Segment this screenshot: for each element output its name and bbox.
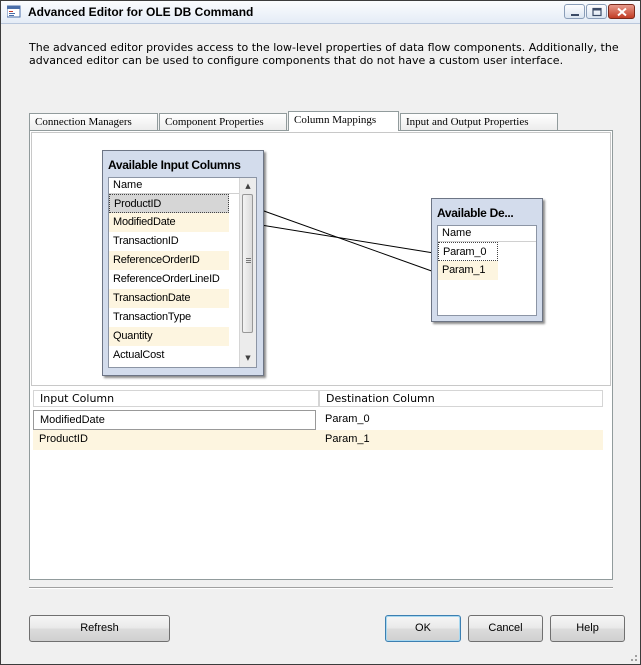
mapping-destination-cell[interactable]: Param_1 (319, 430, 603, 450)
input-columns-list[interactable]: Name ProductID ModifiedDate TransactionI… (108, 177, 257, 368)
minimize-icon (571, 14, 579, 16)
editor-description: The advanced editor provides access to t… (29, 41, 619, 67)
column-mappings-panel: Available Input Columns Name ProductID M… (29, 130, 613, 580)
destination-column-row[interactable]: Param_0 (438, 242, 498, 261)
refresh-button[interactable]: Refresh (29, 615, 170, 642)
scrollbar-thumb[interactable] (242, 194, 253, 333)
mapping-input-cell[interactable]: ProductID (33, 430, 319, 450)
input-column-row[interactable]: ActualCost (109, 346, 229, 365)
input-column-row[interactable]: ModifiedDate (109, 213, 229, 232)
available-input-columns-table[interactable]: Available Input Columns Name ProductID M… (102, 150, 264, 376)
resize-grip-icon[interactable] (627, 651, 637, 661)
close-button[interactable] (608, 4, 635, 19)
input-column-row[interactable]: ProductID (109, 194, 229, 213)
scroll-up-arrow-icon[interactable]: ▲ (240, 178, 256, 194)
window-title: Advanced Editor for OLE DB Command (28, 5, 254, 19)
ok-button[interactable]: OK (385, 615, 461, 642)
help-button[interactable]: Help (550, 615, 625, 642)
mapping-destination-cell[interactable]: Param_0 (319, 410, 603, 430)
tab-input-output-properties[interactable]: Input and Output Properties (400, 113, 558, 130)
input-column-row[interactable]: Quantity (109, 327, 229, 346)
input-table-title: Available Input Columns (108, 158, 241, 172)
input-name-column-header[interactable]: Name (109, 178, 239, 194)
maximize-button[interactable] (586, 4, 607, 19)
input-column-row[interactable]: TransactionType (109, 308, 229, 327)
column-mapping-grid[interactable]: Input Column Destination Column Modified… (31, 387, 611, 578)
input-column-row[interactable]: TransactionDate (109, 289, 229, 308)
destination-column-header[interactable]: Destination Column (319, 390, 603, 407)
tab-connection-managers[interactable]: Connection Managers (29, 113, 158, 130)
input-list-scrollbar[interactable]: ▲ ▼ (239, 178, 256, 367)
destination-table-title: Available De... (437, 206, 514, 220)
input-column-header[interactable]: Input Column (33, 390, 319, 407)
destination-columns-list[interactable]: Name Param_0 Param_1 (437, 225, 537, 316)
tab-component-properties[interactable]: Component Properties (159, 113, 287, 130)
advanced-editor-dialog: Advanced Editor for OLE DB Command The a… (0, 0, 641, 665)
app-icon (7, 5, 21, 18)
input-column-row[interactable]: ReferenceOrderID (109, 251, 229, 270)
available-destination-columns-table[interactable]: Available De... Name Param_0 Param_1 (431, 198, 543, 322)
title-bar[interactable]: Advanced Editor for OLE DB Command (1, 1, 640, 24)
destination-column-row[interactable]: Param_1 (438, 261, 498, 280)
mapping-line-modifieddate[interactable] (235, 220, 441, 255)
minimize-button[interactable] (564, 4, 585, 19)
scroll-down-arrow-icon[interactable]: ▼ (240, 350, 256, 366)
input-column-row[interactable]: TransactionID (109, 232, 229, 251)
button-separator (29, 587, 613, 589)
input-column-row[interactable]: ReferenceOrderLineID (109, 270, 229, 289)
maximize-icon (592, 7, 602, 17)
cancel-button[interactable]: Cancel (468, 615, 543, 642)
tab-column-mappings[interactable]: Column Mappings (288, 111, 399, 131)
mapping-input-cell[interactable]: ModifiedDate (33, 410, 316, 430)
close-icon (617, 7, 627, 17)
mapping-designer[interactable]: Available Input Columns Name ProductID M… (31, 132, 611, 386)
destination-name-column-header[interactable]: Name (438, 226, 536, 242)
